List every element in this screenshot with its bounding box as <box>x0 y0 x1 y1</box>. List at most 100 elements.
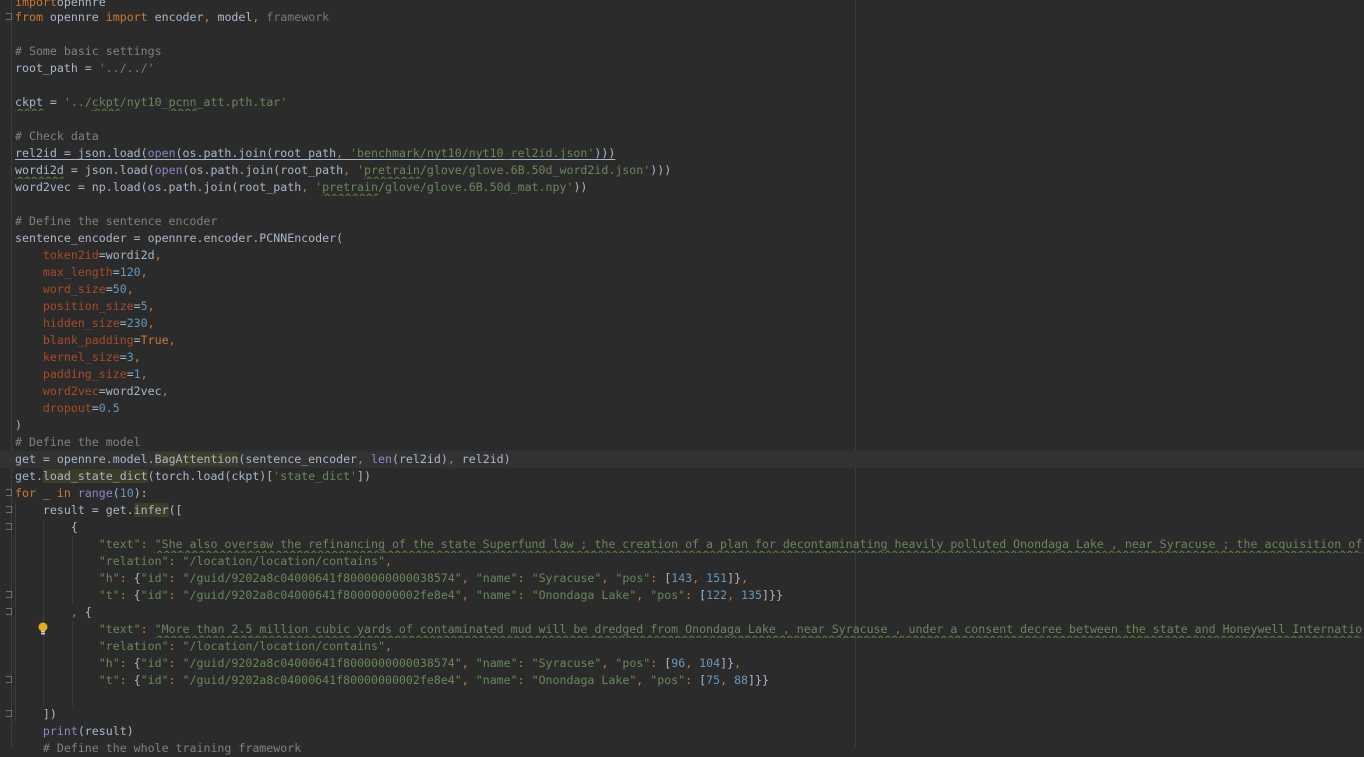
code-line[interactable]: position_size=5, <box>0 298 1364 315</box>
code-token: 120 <box>119 265 141 279</box>
code-line[interactable]: "text": "She also oversaw the refinancin… <box>0 536 1364 553</box>
code-token: , <box>461 673 476 687</box>
code-token: _ <box>42 486 57 500</box>
code-token: : <box>168 588 183 602</box>
code-line[interactable]: token2id=wordi2d, <box>0 247 1364 264</box>
code-line[interactable]: dropout=0.5 <box>0 400 1364 417</box>
code-line[interactable]: # Check data <box>0 128 1364 145</box>
code-line[interactable]: ) <box>0 417 1364 434</box>
code-line[interactable]: wordi2d = json.load(open(os.path.join(ro… <box>0 162 1364 179</box>
code-line[interactable]: padding_size=1, <box>0 366 1364 383</box>
code-line[interactable]: from opennre import encoder, model, fram… <box>0 9 1364 26</box>
fold-marker-icon[interactable] <box>6 13 12 20</box>
code-token: , <box>140 367 148 381</box>
code-line[interactable]: blank_padding=True, <box>0 332 1364 349</box>
code-token: "name" <box>475 588 518 602</box>
code-token: "id" <box>140 588 169 602</box>
code-token: "name" <box>475 673 518 687</box>
code-token: # Check data <box>15 129 99 143</box>
code-token: ]} <box>727 571 742 585</box>
code-line[interactable]: "relation": "/location/location/contains… <box>0 638 1364 655</box>
code-line-text: sentence_encoder = opennre.encoder.PCNNE… <box>15 230 343 247</box>
code-line-text: ) <box>15 417 22 434</box>
code-token: (os.path.join(root_path <box>182 163 344 177</box>
code-line[interactable]: max_length=120, <box>0 264 1364 281</box>
fold-marker-icon[interactable] <box>6 591 12 598</box>
fold-marker-icon[interactable] <box>6 710 12 717</box>
code-token: , <box>301 180 316 194</box>
code-token: in <box>56 486 78 500</box>
code-line-text: dropout=0.5 <box>15 400 120 417</box>
code-line-text: padding_size=1, <box>15 366 148 383</box>
code-token: 230 <box>126 316 148 330</box>
fold-marker-icon[interactable] <box>6 676 12 683</box>
code-token: ]} <box>720 656 735 670</box>
code-line[interactable]: word2vec=word2vec, <box>0 383 1364 400</box>
fold-marker-icon[interactable] <box>6 489 12 496</box>
code-line[interactable]: "text": "More than 2.5 million cubic yar… <box>0 621 1364 638</box>
code-token: : <box>168 554 183 568</box>
code-line[interactable]: "relation": "/location/location/contains… <box>0 553 1364 570</box>
code-line[interactable]: result = get.infer([ <box>0 502 1364 519</box>
code-token: )) <box>573 180 588 194</box>
code-token: , <box>692 571 707 585</box>
code-token: , <box>636 588 651 602</box>
code-line[interactable]: # Define the model <box>0 434 1364 451</box>
code-token: { <box>133 588 141 602</box>
code-token: , <box>126 282 134 296</box>
code-line[interactable]: for _ in range(10): <box>0 485 1364 502</box>
code-line[interactable]: "t": {"id": "/guid/9202a8c04000641f80000… <box>0 672 1364 689</box>
code-line[interactable]: # Define the whole training framework <box>0 740 1364 757</box>
code-line[interactable]: root_path = '../../' <box>0 60 1364 77</box>
code-line[interactable]: ]) <box>0 706 1364 723</box>
code-token: word2vec <box>42 384 99 398</box>
code-token: print <box>42 724 78 738</box>
code-line-text: hidden_size=230, <box>15 315 155 332</box>
code-line[interactable]: sentence_encoder = opennre.encoder.PCNNE… <box>0 230 1364 247</box>
code-token: get = opennre.model. <box>15 452 155 466</box>
code-token: , <box>601 656 616 670</box>
code-line-text: "relation": "/location/location/contains… <box>15 638 392 655</box>
code-line[interactable]: kernel_size=3, <box>0 349 1364 366</box>
code-line[interactable]: word_size=50, <box>0 281 1364 298</box>
code-token: 50 <box>112 282 127 296</box>
code-line[interactable]: , { <box>0 604 1364 621</box>
code-token: ' <box>357 163 365 177</box>
code-line-text: max_length=120, <box>15 264 148 281</box>
code-line[interactable]: print(result) <box>0 723 1364 740</box>
fold-marker-icon[interactable] <box>6 608 12 615</box>
code-token: open <box>154 163 183 177</box>
code-line[interactable]: { <box>0 519 1364 536</box>
code-line[interactable]: # Some basic settings <box>0 43 1364 60</box>
code-line[interactable]: rel2id = json.load(open(os.path.join(roo… <box>0 145 1364 162</box>
code-token: "/guid/9202a8c04000641f80000000002fe8e4" <box>182 673 462 687</box>
code-token: = <box>42 95 64 109</box>
code-token: { <box>133 656 141 670</box>
code-token: "t" <box>98 588 120 602</box>
code-line-text: wordi2d = json.load(open(os.path.join(ro… <box>15 162 671 179</box>
code-line[interactable]: hidden_size=230, <box>0 315 1364 332</box>
fold-marker-icon[interactable] <box>6 506 12 513</box>
code-line[interactable]: "h": {"id": "/guid/9202a8c04000641f80000… <box>0 570 1364 587</box>
code-token: , <box>384 639 392 653</box>
code-line[interactable]: word2vec = np.load(os.path.join(root_pat… <box>0 179 1364 196</box>
code-line[interactable]: # Define the sentence encoder <box>0 213 1364 230</box>
code-token: , <box>154 248 162 262</box>
code-token: "text" <box>98 537 141 551</box>
code-line[interactable]: ckpt = '../ckpt/nyt10_pcnn_att.pth.tar' <box>0 94 1364 111</box>
code-token: : <box>517 673 532 687</box>
code-token: ]}} <box>762 588 783 602</box>
code-editor[interactable]: importopennre from opennre import encoder… <box>0 0 1364 755</box>
code-line-text: # Define the whole training framework <box>15 740 301 757</box>
fold-marker-icon[interactable] <box>6 523 12 530</box>
code-line[interactable]: get.load_state_dict(torch.load(ckpt)['st… <box>0 468 1364 485</box>
code-token: , <box>133 350 141 364</box>
code-token: = <box>91 401 99 415</box>
code-token: sentence_encoder = opennre.encoder.PCNNE… <box>15 231 344 245</box>
code-line[interactable]: "h": {"id": "/guid/9202a8c04000641f80000… <box>0 655 1364 672</box>
code-token: "t" <box>98 673 120 687</box>
code-token: (sentence_encoder <box>238 452 358 466</box>
code-token: : <box>119 673 134 687</box>
code-line[interactable]: get = opennre.model.BagAttention(sentenc… <box>0 451 1364 468</box>
code-line[interactable]: "t": {"id": "/guid/9202a8c04000641f80000… <box>0 587 1364 604</box>
